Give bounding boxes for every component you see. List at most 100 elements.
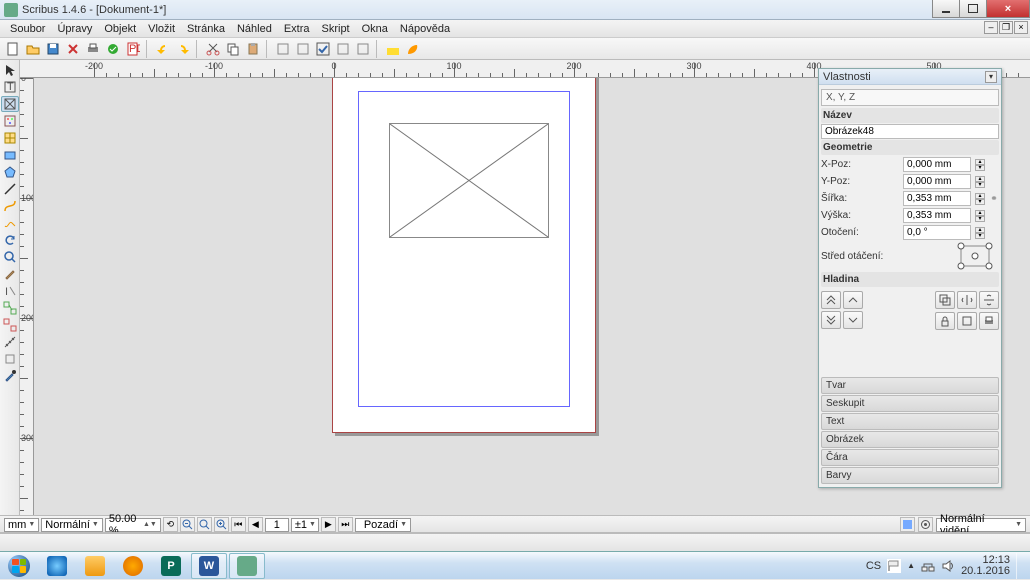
doc-close-button[interactable]: × (1014, 21, 1028, 34)
ypos-down[interactable]: ▾ (975, 182, 985, 188)
section-shape[interactable]: Tvar (821, 377, 999, 394)
width-down[interactable]: ▾ (975, 199, 985, 205)
cms-toggle-button[interactable] (900, 517, 915, 532)
section-colors[interactable]: Barvy (821, 467, 999, 484)
zoom-out-button[interactable] (180, 517, 195, 532)
save-button[interactable] (44, 40, 62, 58)
section-xyz[interactable]: X, Y, Z (821, 89, 999, 106)
page-next-button[interactable]: ▶ (321, 517, 336, 532)
zoom-input[interactable]: 50.00 %▲▼ (105, 518, 161, 532)
taskbar-mediaplayer[interactable] (115, 553, 151, 579)
menu-objekt[interactable]: Objekt (98, 23, 142, 35)
tray-volume-icon[interactable] (941, 559, 955, 573)
pdf-button[interactable]: PDF (124, 40, 142, 58)
tool-link-frames[interactable] (1, 300, 19, 316)
basepoint-widget[interactable] (955, 242, 995, 270)
link-wh-icon[interactable]: ⚭ (989, 193, 999, 204)
page-first-button[interactable]: ⏮ (231, 517, 246, 532)
input-object-name[interactable] (821, 124, 999, 139)
cut-button[interactable] (204, 40, 222, 58)
height-down[interactable]: ▾ (975, 216, 985, 222)
new-button[interactable] (4, 40, 22, 58)
minimize-button[interactable] (932, 0, 960, 18)
ruler-vertical[interactable]: 0100200300 (20, 78, 34, 533)
panel-options-button[interactable]: ▾ (985, 71, 997, 83)
taskbar-word[interactable]: W (191, 553, 227, 579)
tool-eyedropper[interactable] (1, 368, 19, 384)
section-group[interactable]: Seskupit (821, 395, 999, 412)
taskbar-explorer[interactable] (77, 553, 113, 579)
page-step-select[interactable]: ±1▼ (291, 518, 319, 532)
menu-vlozit[interactable]: Vložit (142, 23, 181, 35)
layer-select[interactable]: Pozadí▼ (355, 518, 411, 532)
tool-rotate[interactable] (1, 232, 19, 248)
show-desktop-button[interactable] (1016, 553, 1024, 579)
menu-stranka[interactable]: Stránka (181, 23, 231, 35)
menu-extra[interactable]: Extra (278, 23, 316, 35)
toggle5-button[interactable] (354, 40, 372, 58)
open-button[interactable] (24, 40, 42, 58)
input-xpos[interactable]: 0,000 mm (903, 157, 971, 172)
menu-nahled[interactable]: Náhled (231, 23, 278, 35)
paste-button[interactable] (244, 40, 262, 58)
doc-minimize-button[interactable]: – (984, 21, 998, 34)
menu-skript[interactable]: Skript (316, 23, 356, 35)
tool-edit-contents[interactable] (1, 266, 19, 282)
tool-edit-text[interactable]: I (1, 283, 19, 299)
menu-napoveda[interactable]: Nápověda (394, 23, 456, 35)
properties-panel[interactable]: Vlastnosti ▾ X, Y, Z Název Geometrie X-P… (818, 68, 1002, 488)
viewquality-select[interactable]: Normální▼ (41, 518, 103, 532)
toggle2-button[interactable] (294, 40, 312, 58)
tray-flag-icon[interactable] (887, 559, 901, 573)
page-prev-button[interactable]: ◀ (248, 517, 263, 532)
section-text[interactable]: Text (821, 413, 999, 430)
tray-clock[interactable]: 12:13 20.1.2016 (961, 555, 1010, 577)
image-frame[interactable] (389, 123, 549, 238)
lock-button[interactable] (935, 312, 955, 330)
page-last-button[interactable]: ⏭ (338, 517, 353, 532)
zoom-default-button[interactable]: ⟲ (163, 517, 178, 532)
tool-shape[interactable] (1, 147, 19, 163)
maximize-button[interactable] (959, 0, 987, 18)
toggle3-button[interactable] (314, 40, 332, 58)
menu-okna[interactable]: Okna (356, 23, 394, 35)
taskbar-ie[interactable] (39, 553, 75, 579)
section-image[interactable]: Obrázek (821, 431, 999, 448)
tool-select[interactable] (1, 62, 19, 78)
tool-copy-properties[interactable] (1, 351, 19, 367)
input-width[interactable]: 0,353 mm (903, 191, 971, 206)
input-rotation[interactable]: 0,0 ° (903, 225, 971, 240)
toggle1-button[interactable] (274, 40, 292, 58)
toggle4-button[interactable] (334, 40, 352, 58)
menu-upravy[interactable]: Úpravy (51, 23, 98, 35)
unit-select[interactable]: mm▼ (4, 518, 39, 532)
lock-size-button[interactable] (957, 312, 977, 330)
undo-button[interactable] (154, 40, 172, 58)
rot-down[interactable]: ▾ (975, 233, 985, 239)
doc-restore-button[interactable]: ❐ (999, 21, 1013, 34)
tool-bezier[interactable] (1, 198, 19, 214)
print-button[interactable] (84, 40, 102, 58)
page-number-input[interactable]: 1 (265, 518, 289, 532)
print-enabled-button[interactable] (979, 312, 999, 330)
tool-freehand[interactable] (1, 215, 19, 231)
close-doc-button[interactable] (64, 40, 82, 58)
document-page[interactable] (332, 78, 596, 433)
vision-select[interactable]: Normální vidění▼ (936, 518, 1026, 532)
tool-table[interactable] (1, 130, 19, 146)
tool-line[interactable] (1, 181, 19, 197)
tray-lang[interactable]: CS (866, 560, 881, 572)
input-height[interactable]: 0,353 mm (903, 208, 971, 223)
input-ypos[interactable]: 0,000 mm (903, 174, 971, 189)
flip-v-button[interactable] (979, 291, 999, 309)
start-button[interactable] (0, 552, 38, 580)
close-button[interactable]: × (986, 0, 1030, 18)
redo-button[interactable] (174, 40, 192, 58)
preflight-button[interactable] (104, 40, 122, 58)
tool-text-frame[interactable]: T (1, 79, 19, 95)
panel-titlebar[interactable]: Vlastnosti ▾ (819, 69, 1001, 85)
tool-polygon[interactable] (1, 164, 19, 180)
preview-toggle-button[interactable] (918, 517, 933, 532)
tool-unlink-frames[interactable] (1, 317, 19, 333)
taskbar-publisher[interactable]: P (153, 553, 189, 579)
